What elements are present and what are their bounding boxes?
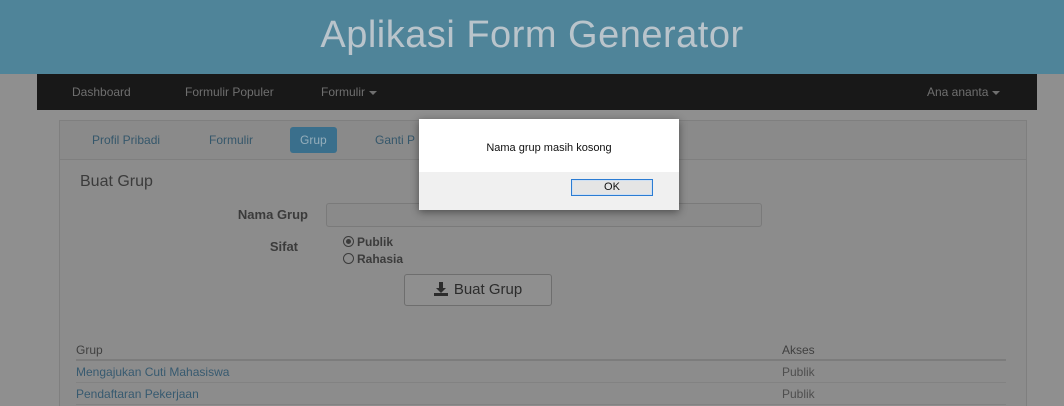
tab-formulir[interactable]: Formulir bbox=[199, 127, 263, 153]
chevron-down-icon bbox=[992, 90, 1001, 95]
create-group-label: Buat Grup bbox=[453, 281, 523, 298]
group-access: Publik bbox=[782, 365, 815, 379]
tab-grup[interactable]: Grup bbox=[290, 127, 337, 153]
tab-profil-pribadi[interactable]: Profil Pribadi bbox=[82, 127, 170, 153]
group-link[interactable]: Pendaftaran Pekerjaan bbox=[76, 387, 199, 401]
alert-message: Nama grup masih kosong bbox=[486, 142, 612, 154]
section-title: Buat Grup bbox=[80, 173, 153, 190]
column-header-akses: Akses bbox=[782, 343, 815, 357]
app-banner: Aplikasi Form Generator bbox=[0, 0, 1064, 74]
radio-rahasia-label: Rahasia bbox=[357, 252, 404, 266]
radio-publik[interactable]: Publik bbox=[343, 235, 393, 249]
alert-footer: OK bbox=[419, 172, 679, 210]
app-title: Aplikasi Form Generator bbox=[320, 14, 744, 56]
download-icon bbox=[433, 282, 448, 296]
group-link[interactable]: Mengajukan Cuti Mahasiswa bbox=[76, 365, 229, 379]
group-access: Publik bbox=[782, 387, 815, 401]
radio-checked-icon bbox=[343, 236, 354, 247]
column-header-grup: Grup bbox=[76, 343, 103, 357]
group-name-label: Nama Grup bbox=[237, 207, 308, 222]
table-row: Mengajukan Cuti Mahasiswa Publik bbox=[76, 361, 1006, 383]
radio-unchecked-icon bbox=[343, 253, 354, 264]
ok-button[interactable]: OK bbox=[571, 179, 653, 196]
chevron-down-icon bbox=[369, 90, 377, 95]
user-menu[interactable]: Ana ananta bbox=[927, 85, 1001, 99]
alert-dialog: Nama grup masih kosong OK bbox=[419, 119, 679, 210]
radio-publik-label: Publik bbox=[357, 235, 394, 249]
nav-formulir-dropdown[interactable]: Formulir bbox=[321, 85, 377, 99]
tab-ganti-password[interactable]: Ganti P bbox=[365, 127, 425, 153]
create-group-button[interactable]: Buat Grup bbox=[404, 274, 552, 306]
privacy-label: Sifat bbox=[269, 239, 298, 254]
user-name: Ana ananta bbox=[927, 85, 989, 99]
table-row: Pendaftaran Pekerjaan Publik bbox=[76, 383, 1006, 405]
table-header: Grup Akses bbox=[76, 339, 1006, 361]
nav-dashboard[interactable]: Dashboard bbox=[72, 85, 131, 99]
nav-formulir-populer[interactable]: Formulir Populer bbox=[185, 85, 274, 99]
top-navbar: Dashboard Formulir Populer Formulir Ana … bbox=[37, 74, 1037, 110]
radio-rahasia[interactable]: Rahasia bbox=[343, 252, 403, 266]
nav-formulir-label: Formulir bbox=[321, 85, 365, 99]
